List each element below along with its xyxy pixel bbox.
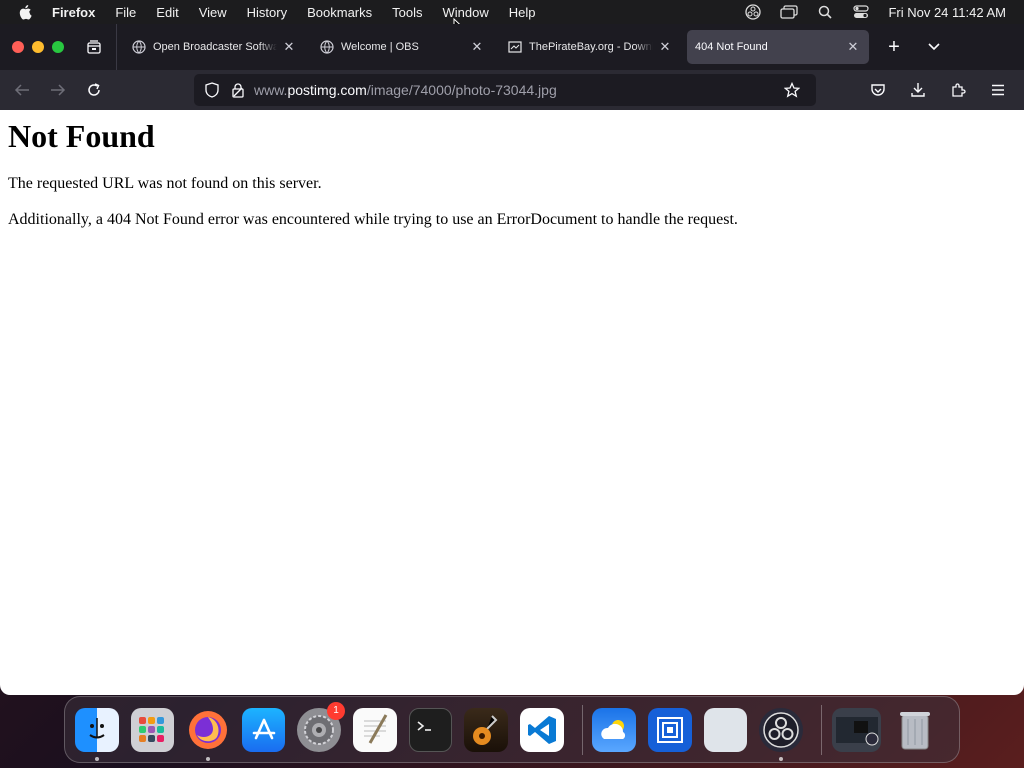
spotlight-search-icon[interactable]: [816, 4, 834, 20]
obs-status-icon[interactable]: [744, 4, 762, 20]
menu-file[interactable]: File: [115, 5, 136, 20]
menu-history[interactable]: History: [247, 5, 287, 20]
dock-separator: [581, 704, 583, 755]
globe-icon: [319, 39, 335, 55]
running-indicator: [94, 756, 99, 761]
screen-sharing-icon[interactable]: [648, 707, 692, 752]
dock-separator: [820, 704, 822, 755]
bookmark-star-icon[interactable]: [782, 80, 802, 100]
error-detail: Additionally, a 404 Not Found error was …: [8, 211, 738, 228]
tab-title: ThePirateBay.org - Download: [529, 41, 653, 53]
menu-bookmarks[interactable]: Bookmarks: [307, 5, 372, 20]
garageband-icon[interactable]: [464, 707, 508, 752]
tracking-protection-shield-icon[interactable]: [202, 80, 222, 100]
chevron-down-icon: [928, 43, 940, 51]
minimized-window-thumbnail[interactable]: [831, 707, 882, 752]
site-icon: [507, 39, 523, 55]
menu-app-name[interactable]: Firefox: [52, 5, 95, 20]
preview-blank-icon[interactable]: [703, 707, 748, 752]
apple-icon[interactable]: [18, 4, 34, 20]
tab-title: Open Broadcaster Software: [153, 41, 277, 53]
tab-strip: Open Broadcaster Software ✕ Welcome | OB…: [0, 24, 1024, 70]
back-button[interactable]: [6, 74, 38, 106]
firefox-view-button[interactable]: [78, 31, 110, 63]
minimize-window-button[interactable]: [32, 41, 44, 53]
pocket-button[interactable]: [862, 74, 894, 106]
dock: 1: [64, 696, 960, 763]
reload-icon: [88, 83, 100, 96]
screen-mirroring-icon[interactable]: [780, 4, 799, 20]
control-center-icon[interactable]: [852, 4, 870, 20]
page-heading: Not Found: [8, 118, 155, 154]
running-indicator: [779, 756, 784, 761]
vscode-icon[interactable]: [519, 707, 564, 752]
forward-button[interactable]: [42, 74, 74, 106]
page-content: Not Found The requested URL was not foun…: [0, 110, 1024, 253]
obs-icon[interactable]: [759, 707, 803, 761]
launchpad-icon[interactable]: [130, 707, 175, 752]
close-tab-icon[interactable]: ✕: [469, 39, 485, 55]
pocket-icon: [871, 84, 885, 96]
firefox-view-icon: [87, 40, 101, 54]
url-prefix: www.: [254, 82, 288, 98]
window-controls: [12, 41, 64, 53]
arrow-right-icon: [51, 84, 66, 96]
menu-edit[interactable]: Edit: [156, 5, 178, 20]
globe-icon: [131, 39, 147, 55]
terminal-icon[interactable]: [408, 707, 453, 752]
new-tab-button[interactable]: +: [879, 32, 909, 62]
close-tab-icon[interactable]: ✕: [657, 39, 673, 55]
menu-help[interactable]: Help: [509, 5, 536, 20]
close-tab-icon[interactable]: ✕: [845, 39, 861, 55]
error-message: The requested URL was not found on this …: [8, 175, 322, 192]
system-settings-icon[interactable]: 1: [297, 701, 346, 752]
nav-toolbar: www.postimg.com/image/74000/photo-73044.…: [0, 70, 1024, 110]
tab-404-not-found[interactable]: 404 Not Found ✕: [687, 30, 869, 64]
weather-icon[interactable]: [592, 707, 637, 752]
menu-tools[interactable]: Tools: [392, 5, 422, 20]
menu-view[interactable]: View: [199, 5, 227, 20]
menu-bar: Firefox File Edit View History Bookmarks…: [0, 0, 1024, 24]
download-icon: [911, 83, 925, 97]
zoom-window-button[interactable]: [52, 41, 64, 53]
puzzle-icon: [952, 83, 966, 97]
trash-icon[interactable]: [893, 708, 937, 752]
running-indicator: [206, 756, 211, 761]
finder-icon[interactable]: [75, 707, 119, 761]
tab-welcome-obs[interactable]: Welcome | OBS ✕: [311, 30, 493, 64]
menu-window[interactable]: Window: [443, 5, 489, 20]
textedit-icon[interactable]: [353, 707, 397, 752]
site-info-icon[interactable]: [228, 80, 248, 100]
tab-piratebay[interactable]: ThePirateBay.org - Download ✕: [499, 30, 681, 64]
tab-title: 404 Not Found: [695, 41, 768, 53]
app-store-icon[interactable]: [241, 707, 286, 752]
close-tab-icon[interactable]: ✕: [281, 39, 297, 55]
firefox-icon[interactable]: [186, 708, 230, 761]
downloads-button[interactable]: [902, 74, 934, 106]
browser-window: Open Broadcaster Software ✕ Welcome | OB…: [0, 24, 1024, 695]
url-text[interactable]: www.postimg.com/image/74000/photo-73044.…: [254, 82, 782, 98]
url-path: /image/74000/photo-73044.jpg: [366, 82, 557, 98]
hamburger-menu-icon: [992, 84, 1004, 96]
arrow-left-icon: [14, 84, 29, 96]
reload-button[interactable]: [78, 74, 110, 106]
tab-title: Welcome | OBS: [341, 41, 419, 53]
menu-clock[interactable]: Fri Nov 24 11:42 AM: [888, 5, 1006, 20]
tab-separator: [116, 24, 117, 70]
extensions-button[interactable]: [942, 74, 974, 106]
url-bar[interactable]: www.postimg.com/image/74000/photo-73044.…: [194, 74, 816, 106]
url-host: postimg.com: [287, 82, 367, 98]
app-menu-button[interactable]: [982, 74, 1014, 106]
notification-badge: 1: [327, 701, 346, 720]
tab-open-broadcaster[interactable]: Open Broadcaster Software ✕: [123, 30, 305, 64]
close-window-button[interactable]: [12, 41, 24, 53]
list-all-tabs-button[interactable]: [919, 32, 949, 62]
